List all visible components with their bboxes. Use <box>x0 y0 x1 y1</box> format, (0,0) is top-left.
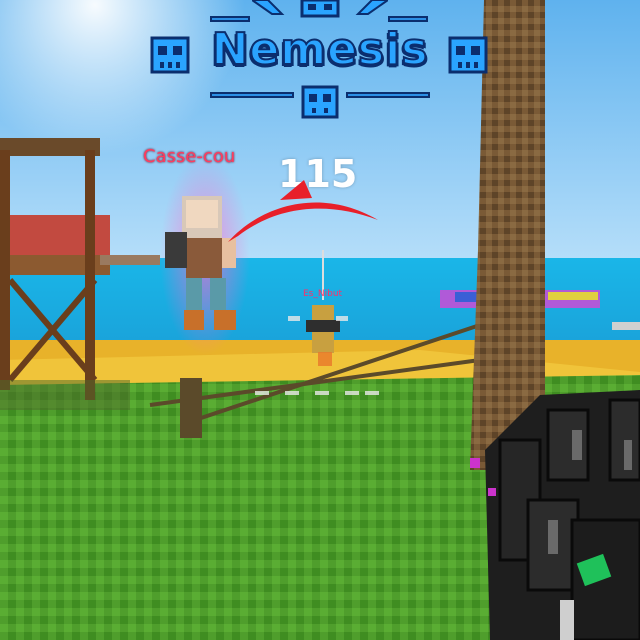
crosshair-segment <box>336 316 348 321</box>
banner-divider <box>210 92 294 98</box>
swords-icon <box>252 0 388 15</box>
banner-divider <box>388 16 428 22</box>
crosshair-segment <box>315 391 329 395</box>
banner-divider <box>210 16 250 22</box>
crosshair-segment <box>365 391 379 395</box>
banner-divider <box>346 92 430 98</box>
ally-player-name: Es_Nibut <box>303 289 343 299</box>
crosshair-segment <box>285 391 299 395</box>
crosshair-segment <box>345 391 359 395</box>
skull-icon <box>301 85 339 119</box>
enemy-player-name: Casse-cou <box>143 146 236 167</box>
skull-icon <box>150 36 190 74</box>
crosshair-segment <box>288 316 300 321</box>
skull-icon <box>448 36 488 74</box>
damage-direction-arrow-icon <box>228 180 378 242</box>
crosshair-segment <box>255 391 269 395</box>
banner-title: Nemesis <box>211 23 429 76</box>
